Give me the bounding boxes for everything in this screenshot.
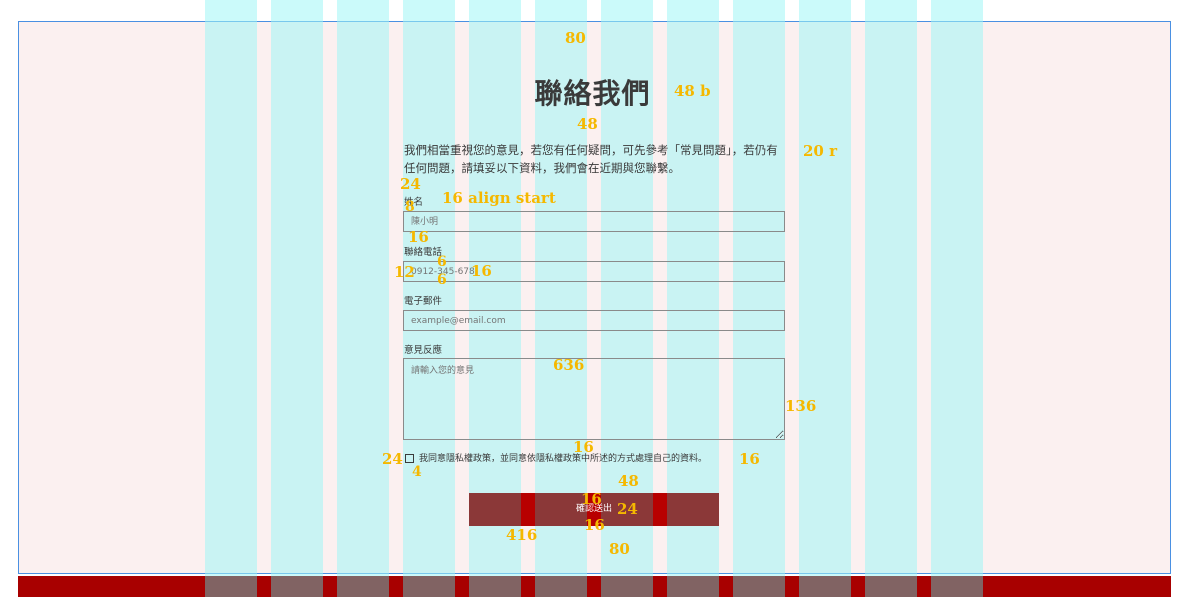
annotation-label-gap: 8 — [405, 199, 415, 215]
grid-column — [931, 576, 983, 597]
annotation-bottom-padding: 80 — [609, 540, 630, 558]
annotation-title-size: 48 b — [674, 82, 711, 100]
grid-column — [337, 576, 389, 597]
name-input[interactable] — [403, 211, 785, 232]
annotation-checkbox-gap: 4 — [412, 464, 422, 480]
annotation-input-pad-bottom: 6 — [437, 272, 447, 288]
grid-column — [601, 576, 653, 597]
annotation-submit-width: 416 — [506, 526, 538, 544]
page-title: 聯絡我們 — [534, 77, 651, 110]
annotation-textarea-width: 636 — [553, 356, 585, 374]
annotation-submit-text: 24 — [617, 500, 638, 518]
email-input[interactable] — [403, 310, 785, 331]
annotation-checkbox-text: 16 — [739, 450, 760, 468]
annotation-label-align: 16 align start — [442, 189, 556, 207]
annotation-submit-pad-bottom: 16 — [584, 516, 605, 534]
annotation-title-gap: 48 — [577, 115, 598, 133]
privacy-row: 我同意隱私權政策，並同意依隱私權政策中所述的方式處理自己的資料。 — [405, 451, 707, 464]
grid-column — [403, 576, 455, 597]
annotation-intro-size: 20 r — [803, 142, 837, 160]
email-label: 電子郵件 — [404, 296, 443, 307]
grid-column — [799, 576, 851, 597]
grid-column — [733, 576, 785, 597]
annotation-field-gap: 16 — [408, 228, 429, 246]
annotation-checkbox-top-gap: 16 — [573, 438, 594, 456]
annotation-submit-gap: 48 — [618, 472, 639, 490]
footer-bar — [18, 576, 1171, 597]
privacy-checkbox[interactable] — [405, 454, 414, 463]
privacy-text: 我同意隱私權政策，並同意依隱私權政策中所述的方式處理自己的資料。 — [419, 454, 708, 464]
annotation-intro-gap: 24 — [400, 175, 421, 193]
intro-text: 我們相當重視您的意見，若您有任何疑問，可先參考「常見問題」，若仍有任何問題，請填… — [404, 143, 778, 175]
grid-column — [667, 576, 719, 597]
grid-column — [469, 576, 521, 597]
annotation-input-pad-top: 6 — [437, 254, 447, 270]
feedback-textarea[interactable] — [403, 358, 785, 440]
grid-column — [521, 493, 535, 526]
grid-column — [205, 576, 257, 597]
annotation-submit-pad-top: 16 — [581, 490, 602, 508]
grid-column — [271, 576, 323, 597]
grid-column — [865, 576, 917, 597]
feedback-label: 意見反應 — [404, 345, 443, 356]
phone-input[interactable] — [403, 261, 785, 282]
annotation-input-text: 16 — [471, 262, 492, 280]
annotation-input-pad-left: 12 — [394, 263, 415, 281]
annotation-top-padding: 80 — [565, 29, 586, 47]
grid-column — [535, 576, 587, 597]
annotation-checkbox-size: 24 — [382, 450, 403, 468]
grid-column — [653, 493, 667, 526]
annotation-textarea-height: 136 — [785, 397, 817, 415]
